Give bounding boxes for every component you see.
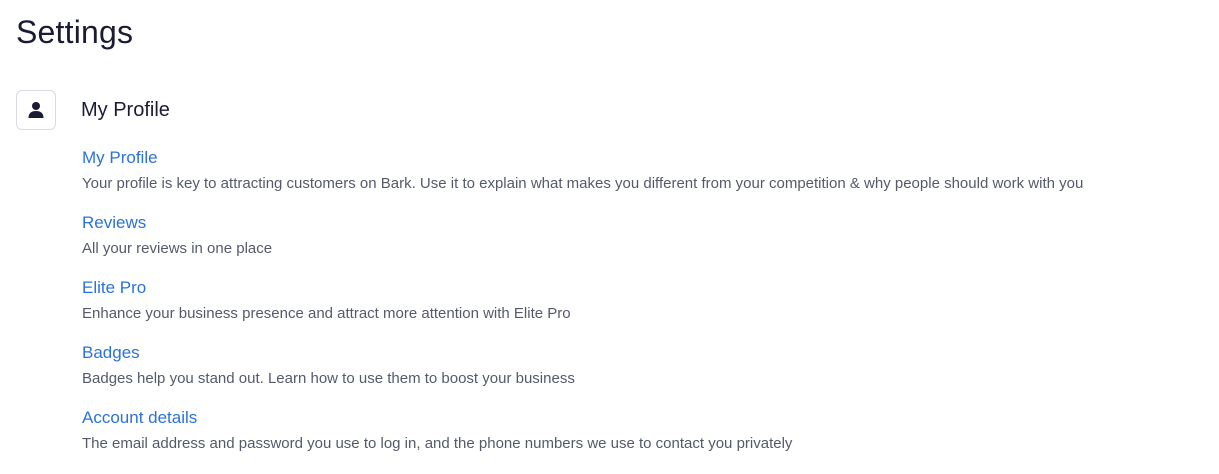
- badges-link[interactable]: Badges: [82, 341, 1083, 365]
- person-icon: [16, 90, 56, 130]
- settings-item-reviews: Reviews All your reviews in one place: [82, 211, 1083, 276]
- settings-item-elite-pro: Elite Pro Enhance your business presence…: [82, 276, 1083, 341]
- settings-item-my-profile: My Profile Your profile is key to attrac…: [82, 146, 1083, 211]
- badges-description: Badges help you stand out. Learn how to …: [82, 370, 575, 387]
- settings-link-list: My Profile Your profile is key to attrac…: [82, 146, 1083, 471]
- account-details-description: The email address and password you use t…: [82, 435, 793, 452]
- settings-item-account-details: Account details The email address and pa…: [82, 406, 1083, 471]
- settings-item-badges: Badges Badges help you stand out. Learn …: [82, 341, 1083, 406]
- account-details-link[interactable]: Account details: [82, 406, 1083, 430]
- settings-page: Settings My Profile My Profile Your prof…: [0, 0, 1219, 474]
- reviews-link[interactable]: Reviews: [82, 211, 1083, 235]
- page-title: Settings: [16, 14, 134, 50]
- section-header-my-profile: My Profile: [16, 89, 170, 131]
- reviews-description: All your reviews in one place: [82, 240, 273, 257]
- my-profile-description: Your profile is key to attracting custom…: [82, 175, 1084, 192]
- my-profile-link[interactable]: My Profile: [82, 146, 1083, 170]
- elite-pro-link[interactable]: Elite Pro: [82, 276, 1083, 300]
- section-title: My Profile: [81, 99, 170, 121]
- elite-pro-description: Enhance your business presence and attra…: [82, 305, 571, 322]
